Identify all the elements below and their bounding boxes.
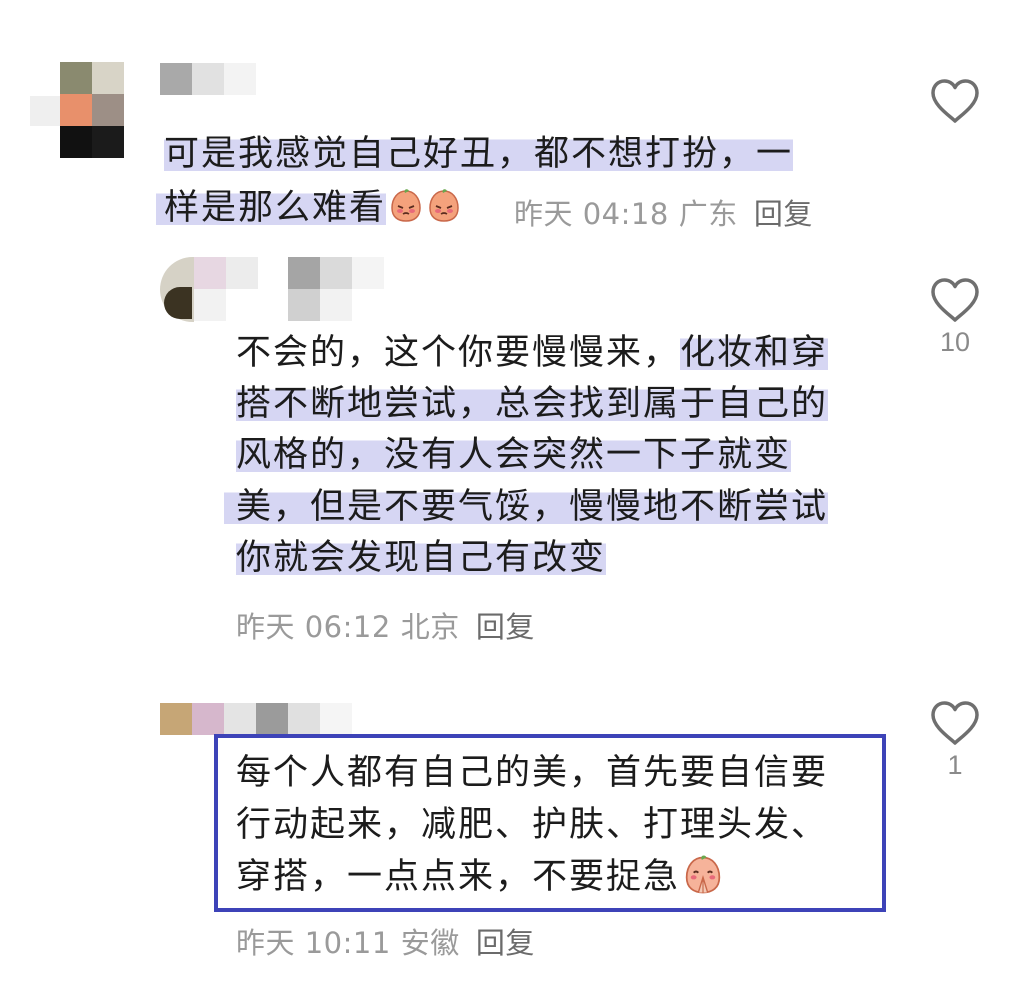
comment-line: 行动起来，减肥、护肤、打理头发、 (236, 805, 829, 845)
location: 安徽 (400, 926, 460, 960)
timestamp: 昨天 06:12 (236, 610, 391, 644)
like-button[interactable] (925, 78, 985, 124)
comment-line: 你就会发现自己有改变 (236, 538, 607, 578)
avatar[interactable] (30, 62, 130, 162)
comment-line: 每个人都有自己的美，首先要自信要 (236, 753, 829, 793)
comment-line: 穿搭，一点点来，不要捉急 (236, 857, 681, 897)
avatar[interactable] (160, 703, 356, 735)
username-blurred[interactable] (160, 63, 260, 97)
timestamp: 昨天 04:18 (514, 197, 669, 231)
sad-peach-emoji (391, 189, 421, 222)
username-blurred[interactable] (288, 257, 388, 321)
comment-line: 可是我感觉自己好丑，都不想打扮，一 (164, 134, 794, 174)
heart-outline-icon (931, 701, 979, 745)
comment-meta: 昨天 04:18 广东 回复 (514, 191, 813, 233)
comment-text: 每个人都有自己的美，首先要自信要 (236, 750, 828, 797)
comment-text: 搭不断地尝试，总会找到属于自己的 (236, 381, 829, 428)
location: 北京 (400, 610, 460, 644)
location: 广东 (678, 197, 738, 231)
comment-text: 穿搭，一点点来，不要捉急 (236, 854, 724, 901)
timestamp: 昨天 10:11 (236, 926, 391, 960)
like-count: 1 (947, 750, 963, 780)
comment-meta: 昨天 10:11 安徽 回复 (236, 920, 535, 962)
comment-line: 风格的，没有人会突然一下子就变 (236, 435, 792, 475)
avatar[interactable] (160, 257, 260, 327)
comment-line: 样是那么难看 (156, 188, 387, 228)
comment-line: 搭不断地尝试，总会找到属于自己的 (236, 384, 829, 424)
like-count: 10 (939, 327, 971, 357)
heart-outline-icon (931, 278, 979, 322)
sad-peach-emoji (429, 189, 459, 222)
heart-outline-icon (931, 79, 979, 123)
comment-text-line2: 样是那么难看 (156, 185, 462, 232)
comment-meta: 昨天 06:12 北京 回复 (236, 604, 535, 646)
comment-text: 你就会发现自己有改变 (236, 535, 607, 582)
reply-button[interactable]: 回复 (476, 926, 535, 960)
praying-peach-emoji (685, 855, 721, 894)
like-button[interactable]: 1 (925, 700, 985, 781)
reply-button[interactable]: 回复 (476, 610, 535, 644)
comment-line-highlight: 化妆和穿 (680, 333, 829, 373)
comment-text: 行动起来，减肥、护肤、打理头发、 (236, 802, 828, 849)
comment-text: 可是我感觉自己好丑，都不想打扮，一 (164, 131, 794, 178)
comment-text: 风格的，没有人会突然一下子就变 (236, 432, 792, 479)
comment-line: 不会的，这个你要慢慢来， (236, 333, 681, 373)
like-button[interactable]: 10 (925, 277, 985, 358)
comment-line: 美，但是不要气馁，慢慢地不断尝试 (224, 487, 829, 527)
comment-text: 美，但是不要气馁，慢慢地不断尝试 (224, 484, 829, 531)
comment-text: 不会的，这个你要慢慢来，化妆和穿 (236, 330, 829, 377)
reply-button[interactable]: 回复 (754, 197, 813, 231)
